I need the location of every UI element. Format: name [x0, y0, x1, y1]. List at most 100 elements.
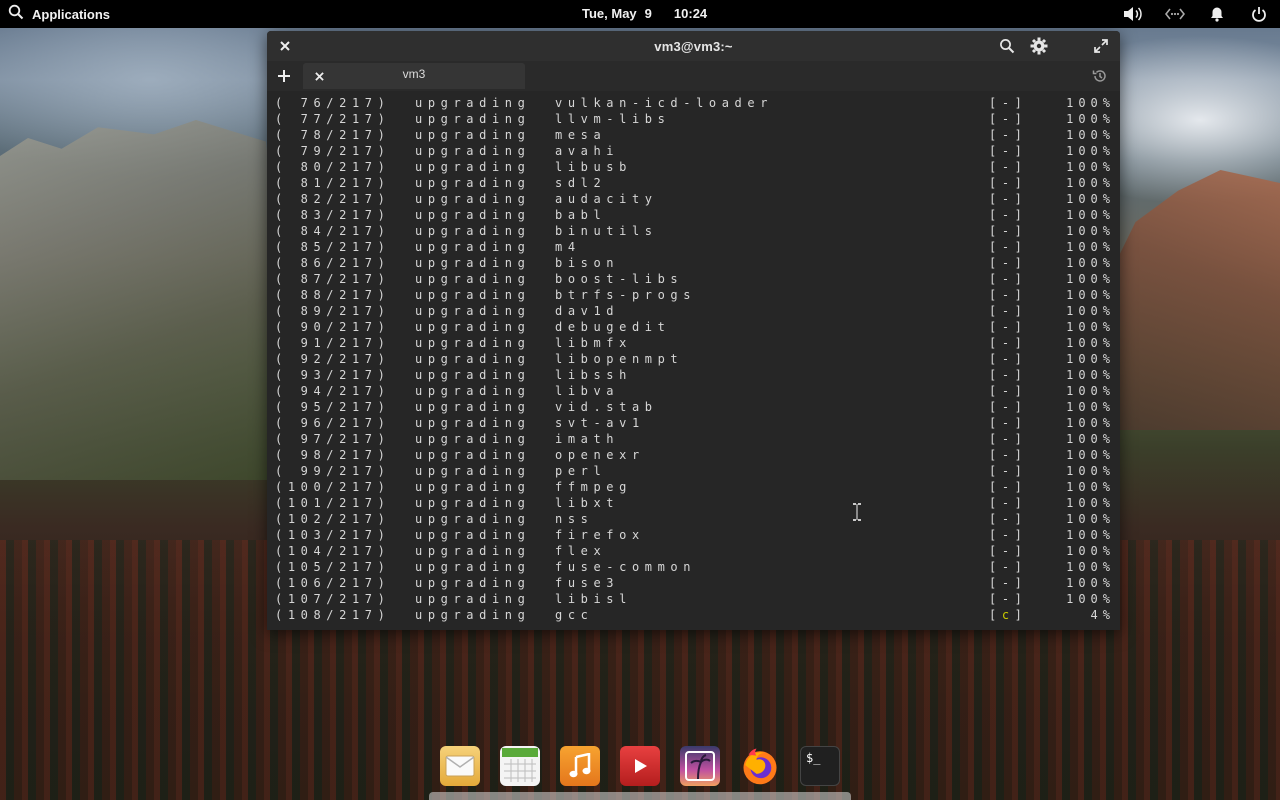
line-action: upgrading: [415, 336, 531, 350]
history-icon[interactable]: [1090, 66, 1110, 86]
dock: $_: [430, 740, 850, 792]
photos-icon[interactable]: [680, 746, 720, 786]
line-progress-bar: [-]: [989, 224, 1028, 238]
terminal-line: ( 86/217) upgrading bison [-] 100%: [267, 255, 1120, 271]
line-action: upgrading: [415, 256, 531, 270]
line-index: ( 98/217): [275, 448, 391, 462]
line-index: ( 80/217): [275, 160, 391, 174]
line-percent: 100%: [1066, 272, 1115, 286]
line-progress-bar: [-]: [989, 576, 1028, 590]
music-icon[interactable]: [560, 746, 600, 786]
window-close-button[interactable]: [277, 38, 293, 54]
line-percent: 100%: [1066, 96, 1115, 110]
line-progress-bar: [-]: [989, 320, 1028, 334]
terminal-line: (103/217) upgrading firefox [-] 100%: [267, 527, 1120, 543]
terminal-line: ( 95/217) upgrading vid.stab [-] 100%: [267, 399, 1120, 415]
line-progress-bar: [-]: [989, 384, 1028, 398]
line-index: (108/217): [275, 608, 391, 622]
line-action: upgrading: [415, 368, 531, 382]
terminal-line: (104/217) upgrading flex [-] 100%: [267, 543, 1120, 559]
line-index: ( 85/217): [275, 240, 391, 254]
terminal-glyph: $_: [806, 751, 821, 765]
line-percent: 100%: [1066, 368, 1115, 382]
line-percent: 100%: [1066, 576, 1115, 590]
line-action: upgrading: [415, 448, 531, 462]
line-progress-bar: [-]: [989, 496, 1028, 510]
terminal-output[interactable]: ( 76/217) upgrading vulkan-icd-loader [-] 10…: [267, 95, 1120, 630]
terminal-line: (105/217) upgrading fuse-common [-] 100%: [267, 559, 1120, 575]
line-progress-bar: [-]: [989, 432, 1028, 446]
mail-icon[interactable]: [440, 746, 480, 786]
line-index: ( 97/217): [275, 432, 391, 446]
line-action: upgrading: [415, 208, 531, 222]
line-package: libopenmpt: [555, 352, 684, 366]
terminal-line: ( 92/217) upgrading libopenmpt [-] 100%: [267, 351, 1120, 367]
line-index: ( 77/217): [275, 112, 391, 126]
network-wired-icon[interactable]: [1164, 3, 1186, 25]
line-action: upgrading: [415, 176, 531, 190]
line-progress-bar: [-]: [989, 128, 1028, 142]
terminal-line: ( 89/217) upgrading dav1d [-] 100%: [267, 303, 1120, 319]
line-index: ( 99/217): [275, 464, 391, 478]
maximize-icon[interactable]: [1090, 35, 1112, 57]
videos-icon[interactable]: [620, 746, 660, 786]
new-tab-plus-icon[interactable]: [275, 67, 293, 85]
terminal-line: (101/217) upgrading libxt [-] 100%: [267, 495, 1120, 511]
tab-vm3[interactable]: vm3: [303, 63, 525, 89]
window-title: vm3@vm3:~: [654, 38, 733, 54]
line-percent: 100%: [1066, 176, 1115, 190]
line-progress-bar: [-]: [989, 240, 1028, 254]
line-progress-bar: [-]: [989, 208, 1028, 222]
line-progress-bar: [-]: [989, 544, 1028, 558]
line-progress-bar: [-]: [989, 272, 1028, 286]
terminal-line: ( 96/217) upgrading svt-av1 [-] 100%: [267, 415, 1120, 431]
line-action: upgrading: [415, 224, 531, 238]
terminal-line: ( 83/217) upgrading babl [-] 100%: [267, 207, 1120, 223]
line-action: upgrading: [415, 192, 531, 206]
line-package: gcc: [555, 608, 594, 622]
calendar-icon[interactable]: [500, 746, 540, 786]
notifications-bell-icon[interactable]: [1206, 3, 1228, 25]
line-progress-bar: [c]: [989, 608, 1028, 622]
find-search-icon[interactable]: [996, 35, 1018, 57]
terminal-line: ( 91/217) upgrading libmfx [-] 100%: [267, 335, 1120, 351]
line-package: libisl: [555, 592, 632, 606]
terminal-line: ( 82/217) upgrading audacity [-] 100%: [267, 191, 1120, 207]
terminal-icon[interactable]: $_: [800, 746, 840, 786]
line-progress-bar: [-]: [989, 480, 1028, 494]
terminal-line: (107/217) upgrading libisl [-] 100%: [267, 591, 1120, 607]
line-percent: 4%: [1090, 608, 1115, 622]
volume-icon[interactable]: [1122, 3, 1144, 25]
line-action: upgrading: [415, 128, 531, 142]
line-index: ( 93/217): [275, 368, 391, 382]
line-action: upgrading: [415, 96, 531, 110]
line-package: fuse3: [555, 576, 620, 590]
line-progress-bar: [-]: [989, 336, 1028, 350]
line-percent: 100%: [1066, 224, 1115, 238]
terminal-line: ( 76/217) upgrading vulkan-icd-loader [-] 10…: [267, 95, 1120, 111]
line-package: flex: [555, 544, 607, 558]
line-package: audacity: [555, 192, 658, 206]
terminal-line: ( 84/217) upgrading binutils [-] 100%: [267, 223, 1120, 239]
firefox-icon[interactable]: [740, 746, 780, 786]
line-progress-bar: [-]: [989, 400, 1028, 414]
line-action: upgrading: [415, 512, 531, 526]
settings-gear-icon[interactable]: [1028, 35, 1050, 57]
line-progress-bar: [-]: [989, 176, 1028, 190]
terminal-line: ( 99/217) upgrading perl [-] 100%: [267, 463, 1120, 479]
line-action: upgrading: [415, 400, 531, 414]
power-icon[interactable]: [1248, 3, 1270, 25]
line-action: upgrading: [415, 544, 531, 558]
line-percent: 100%: [1066, 432, 1115, 446]
window-titlebar[interactable]: vm3@vm3:~: [267, 31, 1120, 61]
line-index: ( 84/217): [275, 224, 391, 238]
terminal-line: ( 90/217) upgrading debugedit [-] 100%: [267, 319, 1120, 335]
line-progress-bar: [-]: [989, 416, 1028, 430]
line-index: (107/217): [275, 592, 391, 606]
line-index: ( 94/217): [275, 384, 391, 398]
line-percent: 100%: [1066, 352, 1115, 366]
applications-menu-button[interactable]: Applications: [0, 0, 110, 28]
line-package: boost-libs: [555, 272, 684, 286]
line-percent: 100%: [1066, 320, 1115, 334]
datetime-indicator[interactable]: Tue, May 9 10:24: [582, 0, 707, 26]
